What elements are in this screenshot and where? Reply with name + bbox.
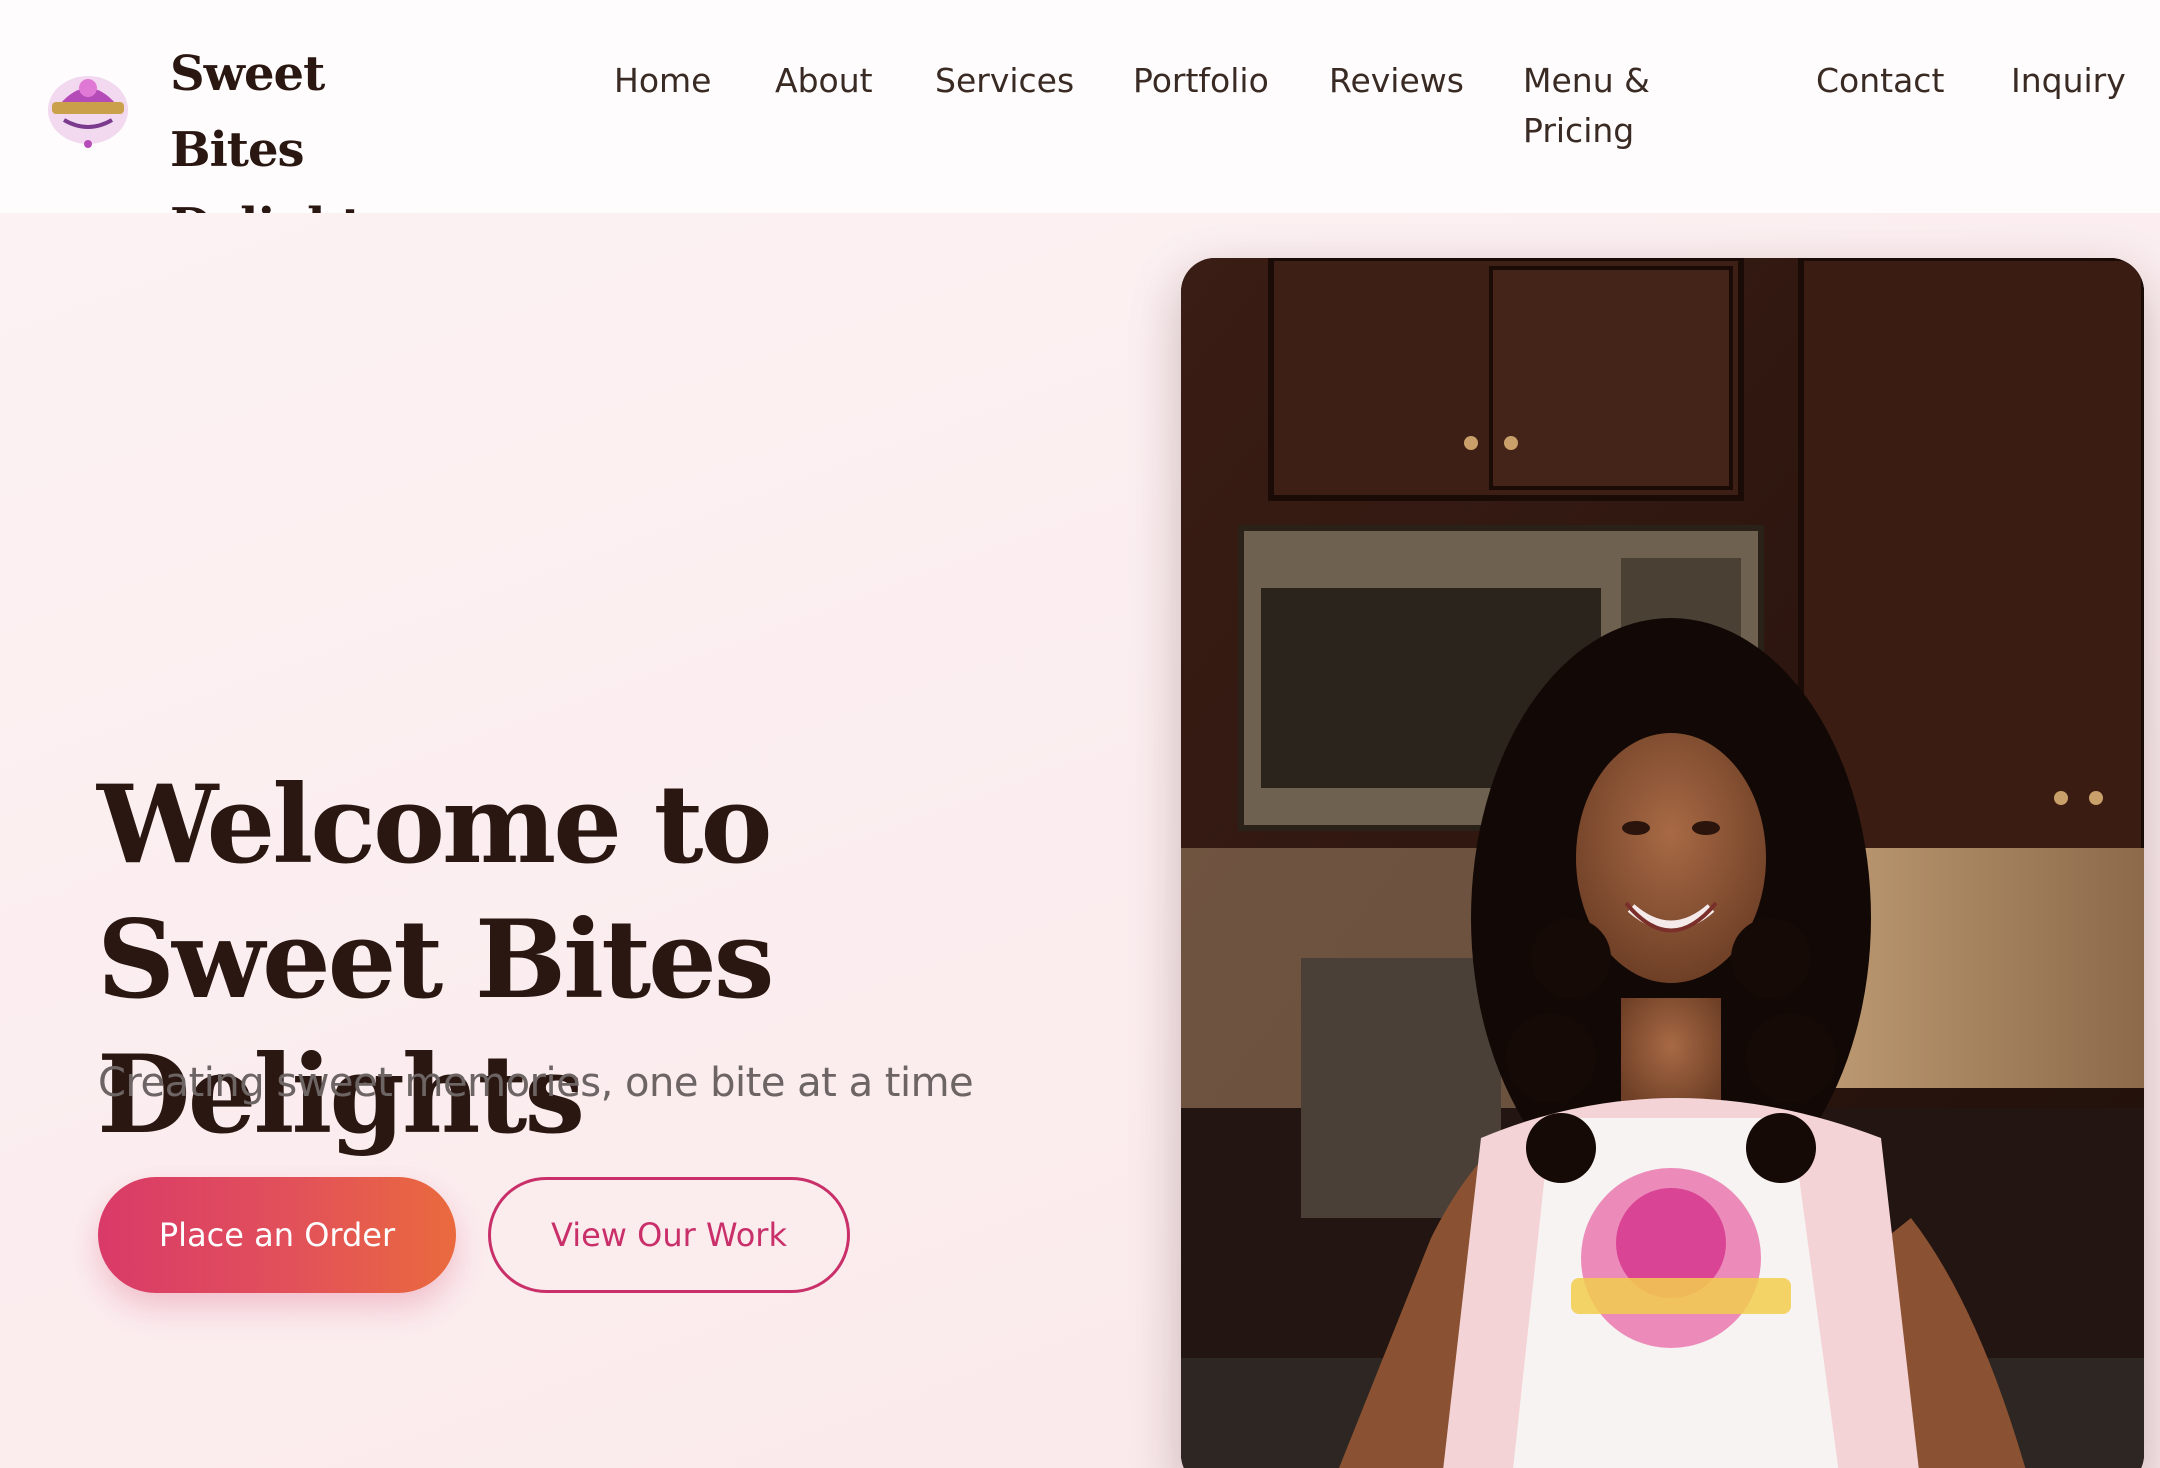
hero-photo-baker-in-kitchen: [1181, 258, 2144, 1468]
nav-menu-pricing[interactable]: Menu & Pricing: [1523, 56, 1673, 156]
nav-inquiry[interactable]: Inquiry: [2011, 56, 2126, 106]
nav-home[interactable]: Home: [614, 56, 711, 106]
hero-subtitle: Creating sweet memories, one bite at a t…: [98, 1060, 974, 1106]
nav-contact[interactable]: Contact: [1816, 56, 1944, 106]
nav-reviews[interactable]: Reviews: [1329, 56, 1464, 106]
view-our-work-button[interactable]: View Our Work: [488, 1177, 850, 1293]
nav-services[interactable]: Services: [935, 56, 1074, 106]
hero-section: Welcome to Sweet Bites Delights Creating…: [0, 213, 2160, 1468]
nav-portfolio[interactable]: Portfolio: [1133, 56, 1269, 106]
brand-logo[interactable]: [38, 64, 138, 154]
place-order-button[interactable]: Place an Order: [98, 1177, 456, 1293]
site-header: Sweet Bites Delights Home About Services…: [0, 0, 2160, 254]
nav-about[interactable]: About: [775, 56, 873, 106]
